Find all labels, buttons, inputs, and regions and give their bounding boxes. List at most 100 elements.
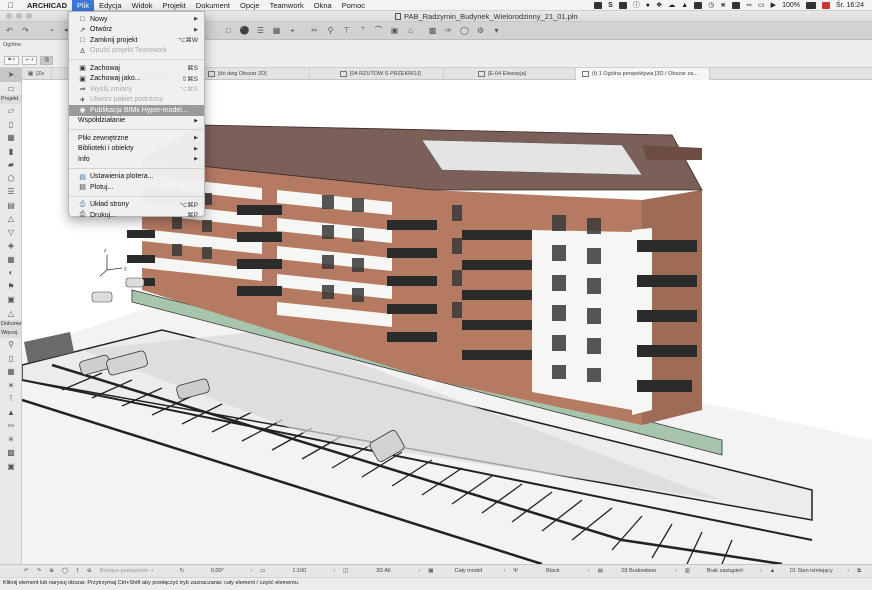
- menu-item-bimx-publish[interactable]: ◉ Publikacja BIMx Hyper-model...: [69, 105, 204, 116]
- renovation-field[interactable]: 01 Stan istniejący: [779, 568, 843, 574]
- wifi-icon[interactable]: ∾: [746, 1, 752, 9]
- angle-arrow[interactable]: ›: [246, 568, 256, 574]
- 1password-icon[interactable]: ⓘ: [633, 0, 640, 10]
- column-tool[interactable]: ▮: [0, 145, 22, 159]
- redo-icon[interactable]: ↷: [20, 25, 31, 36]
- skype-icon[interactable]: S: [608, 2, 613, 9]
- menu-item-save-as[interactable]: ▣ Zachowaj jako... ⇧⌘S: [69, 74, 204, 85]
- clock[interactable]: Śr. 16:24: [836, 2, 864, 9]
- menu-item-close-project[interactable]: □ Zamknij projekt ⌥⌘W: [69, 35, 204, 46]
- orbit-icon[interactable]: ◯: [58, 568, 72, 574]
- scale-icon[interactable]: ▭: [256, 568, 269, 574]
- toolbox-section-document[interactable]: Dokume: [0, 320, 21, 329]
- menu-edycja[interactable]: Edycja: [94, 0, 127, 11]
- tab-floor-plan[interactable]: ▦ [Ze: [22, 68, 52, 80]
- display-icon[interactable]: [732, 1, 741, 9]
- rectangle-select-icon[interactable]: □: [223, 25, 234, 36]
- arrow-tool[interactable]: ➤: [0, 68, 22, 82]
- menu-item-save[interactable]: ▣ Zachowaj ⌘S: [69, 63, 204, 74]
- menu-widok[interactable]: Widok: [127, 0, 158, 11]
- spline-tool[interactable]: ∾: [0, 419, 22, 433]
- pen-set-field[interactable]: Black: [522, 568, 584, 574]
- slab-tool[interactable]: ⬠: [0, 172, 22, 186]
- tab-3d-perspective[interactable]: (t) 1 Ogólna perspektywa [3D / Obszar za…: [576, 68, 710, 80]
- mvo-field[interactable]: 03 Budowlane: [607, 568, 671, 574]
- window-restore-icon[interactable]: ⧉: [853, 568, 865, 575]
- menu-item-libraries[interactable]: Biblioteki i obiekty ▶: [69, 144, 204, 155]
- menu-item-open[interactable]: ↗ Otwórz ▶: [69, 25, 204, 36]
- chevron-down-icon[interactable]: ▾: [491, 25, 502, 36]
- menu-item-info[interactable]: Info ▶: [69, 154, 204, 165]
- fit-window-icon[interactable]: ⊖: [83, 568, 96, 574]
- battery-icon[interactable]: [805, 1, 816, 9]
- selection-method-button[interactable]: ⌗ ›: [4, 56, 20, 65]
- override-icon[interactable]: ▥: [681, 568, 694, 574]
- bluetooth-icon[interactable]: ⋇: [720, 1, 726, 9]
- roof-tool[interactable]: △: [0, 212, 22, 226]
- override-field[interactable]: Brak zastąpień: [694, 568, 756, 574]
- fillet-icon[interactable]: ⌒: [373, 25, 384, 36]
- wall-tool[interactable]: ▱: [0, 104, 22, 118]
- mvo-arrow[interactable]: ›: [671, 568, 681, 574]
- toolbox-section-project[interactable]: Projekt: [0, 95, 21, 104]
- undo-icon[interactable]: ↶: [4, 25, 15, 36]
- settings-dial-button[interactable]: ◎: [40, 56, 54, 65]
- airplay-icon[interactable]: ▭: [758, 1, 765, 9]
- calendar-icon[interactable]: [821, 1, 830, 9]
- rotate-icon[interactable]: ↻: [176, 568, 189, 574]
- menu-okna[interactable]: Okna: [309, 0, 337, 11]
- apple-icon[interactable]: : [0, 1, 22, 10]
- door-tool[interactable]: ▯: [0, 118, 22, 132]
- record-icon[interactable]: ●: [646, 2, 650, 9]
- layer-combo-icon[interactable]: ◫: [339, 568, 352, 574]
- menu-opcje[interactable]: Opcje: [235, 0, 265, 11]
- group-icon[interactable]: ⌖: [287, 25, 298, 36]
- menu-teamwork[interactable]: Teamwork: [265, 0, 309, 11]
- scale-field[interactable]: 1:100: [269, 568, 329, 574]
- renovation-icon[interactable]: ▲: [766, 568, 779, 574]
- zoom-icon[interactable]: ⊕: [45, 568, 58, 574]
- zoom-window-button[interactable]: [26, 13, 32, 19]
- hotspot-tool[interactable]: ✳: [0, 433, 22, 447]
- pen-set-icon[interactable]: Ψ: [509, 568, 522, 574]
- lamp-tool[interactable]: ⚲: [0, 338, 22, 352]
- figure-tool[interactable]: ⊺: [0, 392, 22, 406]
- layers-icon[interactable]: ☰: [255, 25, 266, 36]
- table-icon[interactable]: ▦: [271, 25, 282, 36]
- menu-pomoc[interactable]: Pomoc: [337, 0, 370, 11]
- scale-arrow[interactable]: ›: [329, 568, 339, 574]
- corner-icon[interactable]: ⌝: [357, 25, 368, 36]
- shell-tool[interactable]: ▽: [0, 226, 22, 240]
- chat-icon[interactable]: [694, 1, 703, 9]
- layer-combo-arrow[interactable]: ›: [414, 568, 424, 574]
- skylight-tool[interactable]: ▦: [0, 365, 22, 379]
- roof-icon[interactable]: ⌂: [405, 25, 416, 36]
- walk-icon[interactable]: †: [72, 568, 83, 574]
- morph-tool[interactable]: ◈: [0, 239, 22, 253]
- sun-tool[interactable]: ☀: [0, 379, 22, 393]
- terrain-tool[interactable]: ▲: [0, 406, 22, 420]
- menu-item-page-setup[interactable]: ⎙ Układ strony ⌥⌘P: [69, 200, 204, 211]
- renovation-arrow[interactable]: ›: [843, 568, 853, 574]
- menu-item-plot[interactable]: ▤ Plotuj...: [69, 182, 204, 193]
- offset-icon[interactable]: ⊤: [341, 25, 352, 36]
- model-view-field[interactable]: Cały model: [437, 568, 499, 574]
- menu-item-print[interactable]: ⎙ Drukuj... ⌘P: [69, 210, 204, 221]
- view-icon[interactable]: ◔: [46, 25, 57, 36]
- adjust-icon[interactable]: ▣: [389, 25, 400, 36]
- redo-zoom-button[interactable]: ↷: [33, 568, 46, 574]
- menu-projekt[interactable]: Projekt: [157, 0, 190, 11]
- model-view-arrow[interactable]: ›: [499, 568, 509, 574]
- menu-item-interoperability[interactable]: Współdziałanie ▶: [69, 116, 204, 127]
- menu-item-plotter-settings[interactable]: ▤ Ustawienia plotera...: [69, 172, 204, 183]
- undo-zoom-button[interactable]: ↶: [0, 568, 33, 574]
- mesh-terrain-tool[interactable]: △: [0, 307, 22, 321]
- display-icon[interactable]: [618, 1, 627, 9]
- fill-tool[interactable]: ▩: [0, 446, 22, 460]
- mesh-tool[interactable]: ◐: [0, 266, 22, 280]
- beam-tool[interactable]: ▰: [0, 158, 22, 172]
- zone-tool[interactable]: ▣: [0, 293, 22, 307]
- mvo-icon[interactable]: ▤: [594, 568, 607, 574]
- menu-plik[interactable]: Plik: [72, 0, 95, 11]
- current-link-field[interactable]: Bieżące powiązanie ›: [96, 568, 176, 574]
